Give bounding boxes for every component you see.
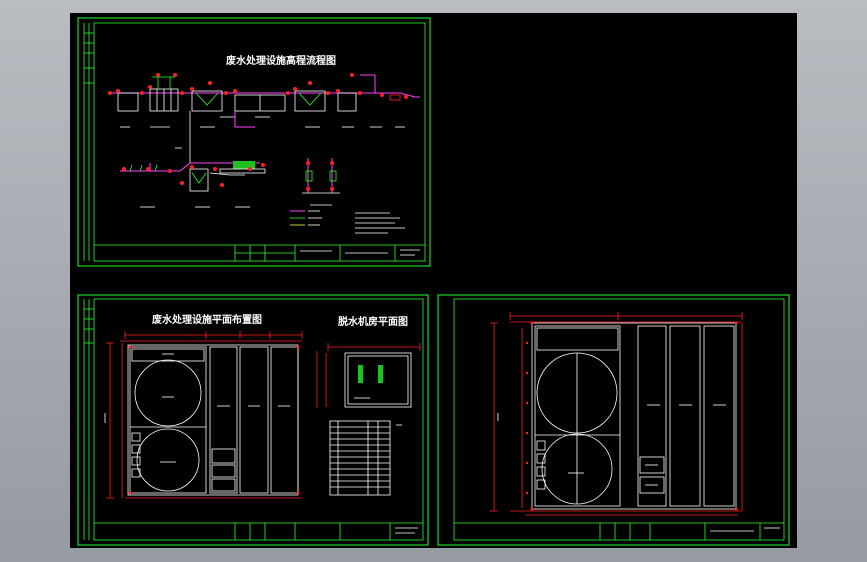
binding-strip — [83, 23, 94, 261]
plan-layout-title: 废水处理设施平面布置图 — [152, 313, 262, 326]
elevation-flow-title: 废水处理设施高程流程图 — [226, 54, 336, 67]
dewatering-room-plan — [325, 343, 421, 408]
title-block-lettering — [395, 527, 418, 534]
sheet-enlarged-plan[interactable] — [437, 294, 790, 546]
drawing-canvas[interactable]: 废水处理设施高程流程图 废水处理设施平面布置图 脱水机房平面图 — [70, 13, 797, 548]
sheet-border — [77, 294, 429, 546]
legend — [290, 210, 405, 234]
equipment-labels — [120, 116, 405, 128]
title-block-lettering — [710, 527, 780, 532]
binding-strip — [83, 299, 94, 540]
plan-basins — [127, 344, 299, 496]
dewatering-room-title: 脱水机房平面图 — [338, 315, 408, 328]
sheet-plan-layout[interactable]: 废水处理设施平面布置图 脱水机房平面图 — [77, 294, 429, 546]
dimension-lines — [106, 331, 318, 499]
title-block-lettering — [300, 249, 420, 256]
title-block — [94, 522, 423, 540]
sheet-elevation-flow[interactable]: 废水处理设施高程流程图 — [77, 17, 431, 267]
enlarged-basins — [531, 322, 737, 510]
plan-markers — [128, 345, 300, 495]
sheet-inner-frame — [453, 298, 785, 541]
pump-detail — [302, 158, 340, 206]
drawing-svg: 废水处理设施高程流程图 废水处理设施平面布置图 脱水机房平面图 — [77, 17, 790, 546]
equipment-table — [329, 420, 402, 496]
title-block — [454, 522, 784, 540]
process-train-upper — [108, 74, 420, 112]
